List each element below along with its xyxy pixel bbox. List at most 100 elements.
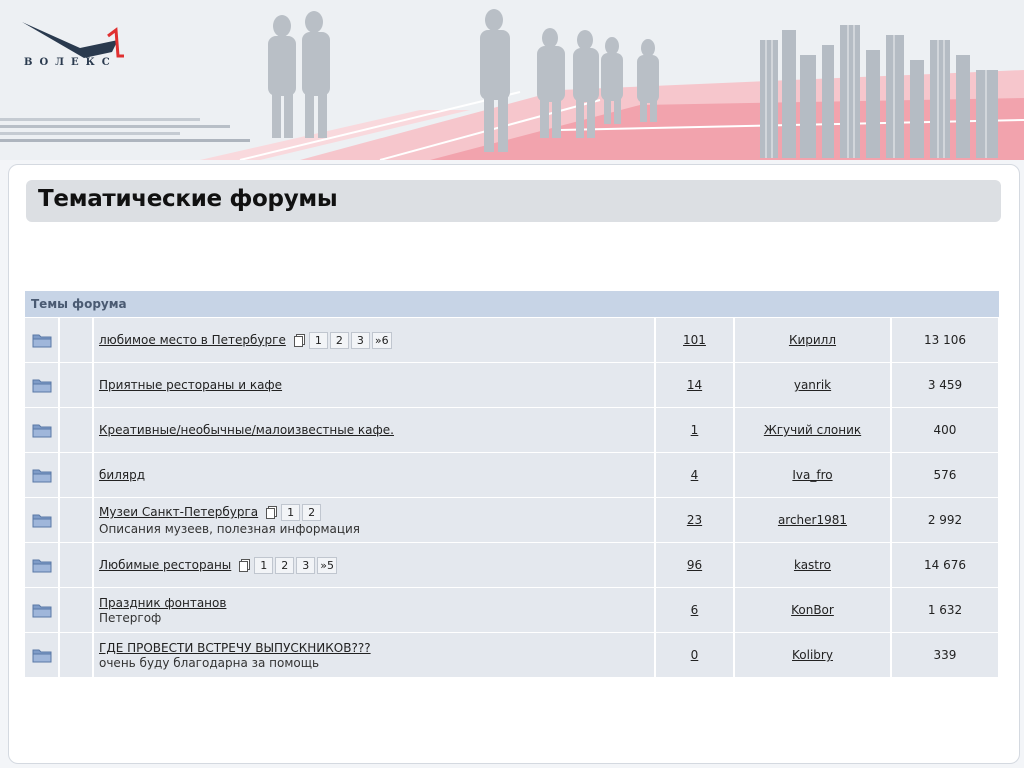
topic-status-cell xyxy=(59,497,94,543)
author-link[interactable]: yanrik xyxy=(794,378,831,392)
author-cell: Iva_fro xyxy=(733,452,892,498)
author-link[interactable]: Kolibry xyxy=(792,648,833,662)
author-cell: Кирилл xyxy=(733,317,892,363)
replies-cell: 101 xyxy=(654,317,735,363)
views-cell: 3 459 xyxy=(890,362,1001,408)
forum-topics-table: Темы форума любимое место в Петербурге 1 2… xyxy=(25,291,1001,678)
topic-status-cell xyxy=(59,317,94,363)
page-link[interactable]: 3 xyxy=(350,331,370,349)
topic-title-link[interactable]: Музеи Санкт-Петербурга xyxy=(99,505,258,519)
title-bar: Тематические форумы xyxy=(26,180,1001,222)
author-cell: KonBor xyxy=(733,587,892,633)
folder-icon xyxy=(25,542,60,588)
folder-icon xyxy=(25,317,60,363)
topic-rows: любимое место в Петербурге 1 2 3 »6 101 Кирилл… xyxy=(25,317,1001,678)
author-link[interactable]: Iva_fro xyxy=(792,468,832,482)
views-cell: 14 676 xyxy=(890,542,1001,588)
table-row: ГДЕ ПРОВЕСТИ ВСТРЕЧУ ВЫПУСКНИКОВ??? очень… xyxy=(25,632,1001,678)
topic-status-cell xyxy=(59,587,94,633)
author-cell: yanrik xyxy=(733,362,892,408)
page-title: Тематические форумы xyxy=(38,186,338,212)
topic-cell: Праздник фонтанов Петергоф xyxy=(93,587,656,633)
topic-cell: Любимые рестораны 1 2 3 »5 xyxy=(93,542,656,588)
replies-cell: 14 xyxy=(654,362,735,408)
folder-icon xyxy=(25,497,60,543)
table-row: любимое место в Петербурге 1 2 3 »6 101 Кирилл… xyxy=(25,317,1001,363)
topic-title-link[interactable]: Креативные/необычные/малоизвестные кафе. xyxy=(99,423,394,437)
pages-icon xyxy=(239,558,251,572)
replies-link[interactable]: 6 xyxy=(691,603,699,617)
author-cell: Жгучий слоник xyxy=(733,407,892,453)
topic-pagination: 1 2 3 »5 xyxy=(239,556,339,574)
topic-cell: Приятные рестораны и кафе xyxy=(93,362,656,408)
topic-title-link[interactable]: ГДЕ ПРОВЕСТИ ВСТРЕЧУ ВЫПУСКНИКОВ??? xyxy=(99,641,371,655)
topic-pagination: 1 2 3 »6 xyxy=(293,331,394,349)
folder-icon xyxy=(25,362,60,408)
author-link[interactable]: Кирилл xyxy=(789,333,836,347)
page-link[interactable]: 3 xyxy=(296,556,316,574)
views-cell: 400 xyxy=(890,407,1001,453)
topic-cell: билярд xyxy=(93,452,656,498)
author-link[interactable]: Жгучий слоник xyxy=(764,423,861,437)
table-header-row: Темы форума xyxy=(25,291,999,318)
table-row: Приятные рестораны и кафе 14 yanrik 3 459 xyxy=(25,362,1001,408)
replies-link[interactable]: 4 xyxy=(691,468,699,482)
topic-title-link[interactable]: Праздник фонтанов xyxy=(99,596,226,610)
table-row: Праздник фонтанов Петергоф 6 KonBor 1 632 xyxy=(25,587,1001,633)
replies-link[interactable]: 0 xyxy=(691,648,699,662)
replies-link[interactable]: 96 xyxy=(687,558,702,572)
topic-description: Описания музеев, полезная информация xyxy=(99,522,361,536)
topic-cell: Музеи Санкт-Петербурга 1 2 Описания музеев,… xyxy=(93,497,656,543)
folder-icon xyxy=(25,452,60,498)
views-cell: 576 xyxy=(890,452,1001,498)
page-link[interactable]: »6 xyxy=(371,331,392,349)
replies-cell: 0 xyxy=(654,632,735,678)
replies-link[interactable]: 101 xyxy=(683,333,706,347)
replies-cell: 23 xyxy=(654,497,735,543)
table-row: билярд 4 Iva_fro 576 xyxy=(25,452,1001,498)
author-cell: kastro xyxy=(733,542,892,588)
header-banner-illustration xyxy=(0,9,1024,160)
topic-pagination: 12 xyxy=(266,504,323,521)
topic-title-link[interactable]: Приятные рестораны и кафе xyxy=(99,378,282,392)
topic-title-link[interactable]: Любимые рестораны xyxy=(99,558,231,572)
table-row: Креативные/необычные/малоизвестные кафе.… xyxy=(25,407,1001,453)
topic-title-link[interactable]: любимое место в Петербурге xyxy=(99,333,286,347)
pages-icon xyxy=(293,333,305,347)
table-row: Музеи Санкт-Петербурга 1 2 Описания музеев,… xyxy=(25,497,1001,543)
replies-link[interactable]: 23 xyxy=(687,513,702,527)
author-cell: archer1981 xyxy=(733,497,892,543)
replies-cell: 4 xyxy=(654,452,735,498)
topic-status-cell xyxy=(59,542,94,588)
replies-link[interactable]: 14 xyxy=(687,378,702,392)
author-link[interactable]: kastro xyxy=(794,558,831,572)
replies-cell: 96 xyxy=(654,542,735,588)
topic-status-cell xyxy=(59,362,94,408)
page-link[interactable]: 2 xyxy=(329,331,349,349)
topic-cell: ГДЕ ПРОВЕСТИ ВСТРЕЧУ ВЫПУСКНИКОВ??? очень… xyxy=(93,632,656,678)
author-link[interactable]: KonBor xyxy=(791,603,834,617)
logo[interactable]: ВОЛЕКС xyxy=(24,57,117,68)
site-header: ВОЛЕКС xyxy=(0,0,1024,160)
replies-link[interactable]: 1 xyxy=(691,423,699,437)
topic-title-link[interactable]: билярд xyxy=(99,468,145,482)
page-link[interactable]: »5 xyxy=(317,556,338,574)
views-cell: 1 632 xyxy=(890,587,1001,633)
views-cell: 2 992 xyxy=(890,497,1001,543)
topic-description: Петергоф xyxy=(99,610,162,625)
author-link[interactable]: archer1981 xyxy=(778,513,847,527)
page-link[interactable]: 2 xyxy=(275,556,295,574)
table-row: Любимые рестораны 1 2 3 »5 96 kastro 14 676 xyxy=(25,542,1001,588)
topic-status-cell xyxy=(59,452,94,498)
page-link[interactable]: 1 xyxy=(254,556,274,574)
author-cell: Kolibry xyxy=(733,632,892,678)
topic-status-cell xyxy=(59,407,94,453)
topic-status-cell xyxy=(59,632,94,678)
page-link[interactable]: 1 xyxy=(281,504,301,521)
views-cell: 13 106 xyxy=(890,317,1001,363)
page-link[interactable]: 2 xyxy=(302,504,322,521)
topic-description: очень буду благодарна за помощь xyxy=(99,655,320,670)
topic-cell: Креативные/необычные/малоизвестные кафе. xyxy=(93,407,656,453)
page-link[interactable]: 1 xyxy=(308,331,328,349)
table-header: Темы форума xyxy=(25,291,999,318)
